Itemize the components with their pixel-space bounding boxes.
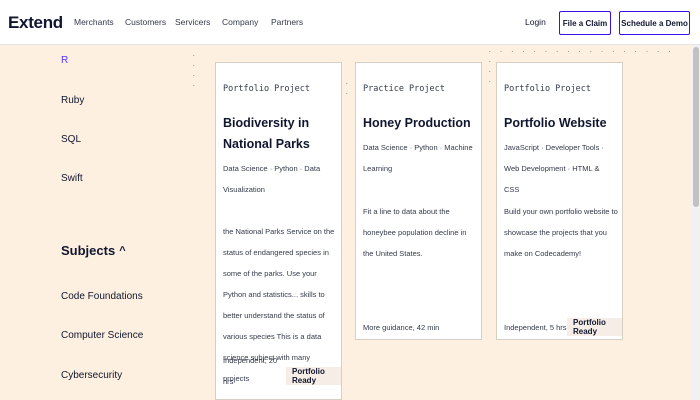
brand-logo[interactable]: Extend	[8, 13, 63, 33]
card-meta: Independent, 5 hrs	[504, 323, 567, 332]
decorative-dots-left: . . . .	[192, 51, 198, 88]
project-card[interactable]: Practice Project Honey Production Data S…	[355, 62, 482, 340]
sidebar-item-cybersecurity[interactable]: Cybersecurity	[61, 370, 122, 381]
card-meta: Independent, 20 hrs	[223, 356, 278, 386]
sidebar-item-sql[interactable]: SQL	[61, 134, 81, 145]
scrollbar-thumb[interactable]	[693, 47, 699, 207]
sidebar-item-computer-science[interactable]: Computer Science	[61, 330, 143, 341]
sidebar-item-r[interactable]: R	[61, 55, 68, 66]
portfolio-ready-badge: Portfolio Ready	[567, 318, 622, 336]
schedule-demo-button[interactable]: Schedule a Demo	[619, 11, 690, 35]
card-type-label: Portfolio Project	[223, 84, 310, 94]
card-type-label: Portfolio Project	[504, 84, 591, 94]
sidebar-item-swift[interactable]: Swift	[61, 173, 83, 184]
card-meta: More guidance, 42 min	[363, 323, 440, 332]
login-link[interactable]: Login	[525, 17, 546, 27]
sidebar-item-ruby[interactable]: Ruby	[61, 95, 84, 106]
card-tags: JavaScript · Developer Tools · Web Devel…	[504, 143, 604, 194]
card-description: Build your own portfolio website to show…	[504, 207, 618, 258]
subjects-toggle[interactable]: Subjects ^	[61, 243, 126, 258]
subjects-heading: Subjects	[61, 243, 116, 258]
project-card[interactable]: Portfolio Project Biodiversity in Nation…	[215, 62, 342, 400]
portfolio-ready-badge: Portfolio Ready	[286, 367, 341, 385]
card-tags: Data Science · Python · Machine Learning	[363, 143, 473, 173]
top-nav-bar: Extend Merchants Customers Servicers Com…	[0, 0, 700, 45]
card-title[interactable]: Portfolio Website	[504, 113, 619, 134]
nav-link-customers[interactable]: Customers	[125, 17, 166, 27]
page-scrollbar[interactable]	[692, 45, 700, 400]
card-title[interactable]: Biodiversity in National Parks	[223, 113, 338, 155]
chevron-up-icon: ^	[119, 244, 126, 257]
nav-link-merchants[interactable]: Merchants	[74, 17, 114, 27]
card-description: Fit a line to data about the honeybee po…	[363, 207, 467, 258]
project-card[interactable]: Portfolio Project Portfolio Website Java…	[496, 62, 623, 340]
card-tags: Data Science · Python · Data Visualizati…	[223, 164, 321, 194]
nav-link-partners[interactable]: Partners	[271, 17, 303, 27]
nav-link-company[interactable]: Company	[222, 17, 258, 27]
file-claim-button[interactable]: File a Claim	[559, 11, 611, 35]
nav-link-servicers[interactable]: Servicers	[175, 17, 210, 27]
sidebar-item-code-foundations[interactable]: Code Foundations	[61, 291, 143, 302]
card-title[interactable]: Honey Production	[363, 113, 478, 134]
card-type-label: Practice Project	[363, 84, 445, 94]
